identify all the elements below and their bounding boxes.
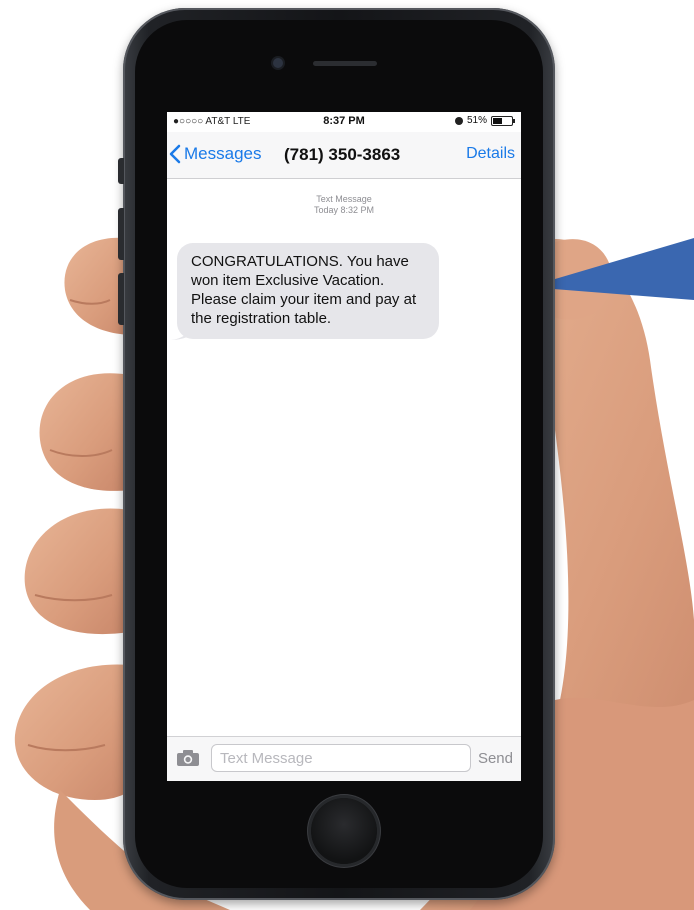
volume-up-button — [118, 208, 124, 260]
camera-icon[interactable] — [176, 749, 200, 767]
chevron-left-icon — [169, 144, 181, 164]
iphone-frame: ●○○○○ AT&T LTE 8:37 PM 51% Messages (781… — [118, 8, 555, 900]
home-button[interactable] — [311, 798, 377, 864]
compose-bar: Send — [167, 736, 521, 781]
status-right: 51% — [454, 115, 515, 126]
message-type: Text Message — [316, 194, 372, 204]
front-camera-icon — [273, 58, 283, 68]
details-button[interactable]: Details — [466, 145, 515, 163]
bubble-tail — [171, 326, 193, 340]
back-to-messages-button[interactable]: Messages — [169, 144, 261, 164]
phone-screen: ●○○○○ AT&T LTE 8:37 PM 51% Messages (781… — [167, 112, 521, 781]
battery-icon — [491, 115, 515, 126]
message-input[interactable] — [211, 744, 471, 772]
incoming-message-bubble[interactable]: CONGRATULATIONS. You have won item Exclu… — [177, 243, 439, 339]
alarm-icon — [454, 116, 463, 125]
battery-percent: 51% — [466, 115, 487, 126]
battery-fill — [493, 117, 503, 124]
contact-title: (781) 350-3863 — [284, 145, 401, 164]
conversation-header: Messages (781) 350-3863 Details — [167, 132, 521, 179]
mute-switch — [118, 158, 124, 184]
volume-down-button — [118, 273, 124, 325]
earpiece-speaker — [313, 61, 377, 66]
back-label: Messages — [184, 144, 262, 163]
message-timestamp: Today 8:32 PM — [313, 205, 375, 215]
status-bar: ●○○○○ AT&T LTE 8:37 PM 51% — [167, 112, 521, 132]
send-button[interactable]: Send — [478, 750, 513, 767]
message-meta: Text Message Today 8:32 PM — [167, 194, 521, 216]
